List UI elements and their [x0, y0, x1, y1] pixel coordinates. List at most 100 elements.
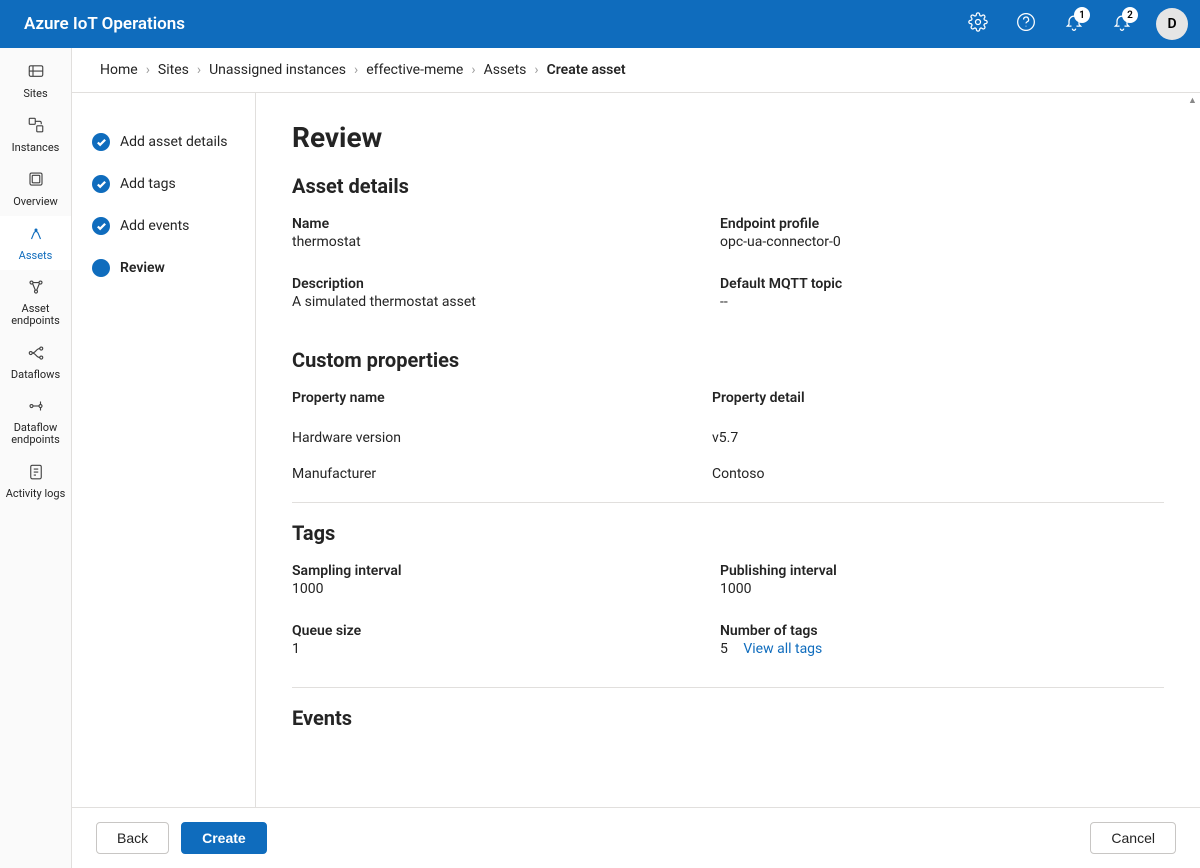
- field-label: Number of tags: [720, 623, 1164, 639]
- nav-asset-endpoints[interactable]: Asset endpoints: [0, 270, 71, 335]
- nav-label: Activity logs: [6, 488, 66, 500]
- field-publishing-interval: Publishing interval 1000: [720, 563, 1164, 597]
- step-add-tags[interactable]: Add tags: [72, 163, 255, 205]
- page-title: Review: [292, 121, 1164, 154]
- field-value-wrapper: 5 View all tags: [720, 641, 1164, 657]
- section-divider: [292, 687, 1164, 688]
- field-value: A simulated thermostat asset: [292, 294, 712, 310]
- nav-instances[interactable]: Instances: [0, 108, 71, 162]
- col-property-name: Property name: [292, 390, 712, 406]
- crumb-instance[interactable]: effective-meme: [366, 62, 463, 78]
- field-label: Sampling interval: [292, 563, 712, 579]
- field-value: thermostat: [292, 234, 712, 250]
- nav-sites[interactable]: Sites: [0, 54, 71, 108]
- back-button[interactable]: Back: [96, 822, 169, 854]
- nav-label: Dataflow endpoints: [2, 422, 69, 446]
- header-actions: 1 2 D: [956, 2, 1188, 46]
- crumb-assets[interactable]: Assets: [484, 62, 527, 78]
- help-button[interactable]: [1004, 2, 1048, 46]
- left-nav: Sites Instances Overview Assets Asset en…: [0, 48, 72, 868]
- wizard-footer: Back Create Cancel: [72, 807, 1200, 868]
- cell-detail: v5.7: [712, 430, 1164, 446]
- brand-title: Azure IoT Operations: [24, 14, 185, 34]
- nav-activity-logs[interactable]: Activity logs: [0, 455, 71, 509]
- step-add-events[interactable]: Add events: [72, 205, 255, 247]
- table-header: Property name Property detail: [292, 390, 1164, 420]
- field-label: Description: [292, 276, 712, 292]
- app-shell: Sites Instances Overview Assets Asset en…: [0, 48, 1200, 868]
- nav-label: Overview: [13, 196, 58, 208]
- col-property-detail: Property detail: [712, 390, 1164, 406]
- field-mqtt-topic: Default MQTT topic --: [720, 276, 1164, 310]
- dataflow-endpoints-icon: [27, 397, 45, 418]
- chevron-right-icon: ›: [197, 62, 201, 78]
- cell-detail: Contoso: [712, 466, 1164, 482]
- chevron-right-icon: ›: [534, 62, 538, 78]
- notifications-button[interactable]: 2: [1100, 2, 1144, 46]
- field-value: opc-ua-connector-0: [720, 234, 1164, 250]
- help-icon: [1016, 12, 1036, 36]
- tags-grid: Sampling interval 1000 Publishing interv…: [292, 563, 1164, 677]
- table-row: Hardware version v5.7: [292, 420, 1164, 456]
- field-value: 1: [292, 641, 712, 657]
- activity-logs-icon: [27, 463, 45, 484]
- check-icon: [92, 133, 110, 151]
- field-label: Name: [292, 216, 712, 232]
- check-icon: [92, 217, 110, 235]
- overview-icon: [27, 170, 45, 191]
- chevron-right-icon: ›: [471, 62, 475, 78]
- field-label: Publishing interval: [720, 563, 1164, 579]
- top-header: Azure IoT Operations 1 2 D: [0, 0, 1200, 48]
- field-label: Default MQTT topic: [720, 276, 1164, 292]
- right-pane: Home › Sites › Unassigned instances › ef…: [72, 48, 1200, 868]
- current-step-icon: [92, 259, 110, 277]
- view-all-tags-link[interactable]: View all tags: [743, 641, 822, 657]
- field-value: 5: [720, 641, 728, 657]
- nav-label: Asset endpoints: [2, 303, 69, 327]
- asset-details-grid: Name thermostat Endpoint profile opc-ua-…: [292, 216, 1164, 330]
- settings-button[interactable]: [956, 2, 1000, 46]
- section-divider: [292, 502, 1164, 503]
- nav-dataflows[interactable]: Dataflows: [0, 335, 71, 389]
- check-icon: [92, 175, 110, 193]
- gear-icon: [968, 12, 988, 36]
- step-label: Review: [120, 260, 165, 276]
- field-label: Queue size: [292, 623, 712, 639]
- step-label: Add tags: [120, 176, 176, 192]
- notifications-badge: 2: [1122, 7, 1138, 23]
- cancel-button[interactable]: Cancel: [1090, 822, 1176, 854]
- field-value: --: [720, 294, 1164, 310]
- field-queue-size: Queue size 1: [292, 623, 712, 657]
- asset-details-heading: Asset details: [292, 174, 1164, 198]
- field-value: 1000: [292, 581, 712, 597]
- crumb-home[interactable]: Home: [100, 62, 138, 78]
- field-sampling-interval: Sampling interval 1000: [292, 563, 712, 597]
- cell-name: Hardware version: [292, 430, 712, 446]
- field-value: 1000: [720, 581, 1164, 597]
- events-heading: Events: [292, 706, 1164, 730]
- alerts-badge: 1: [1074, 7, 1090, 23]
- crumb-unassigned[interactable]: Unassigned instances: [209, 62, 346, 78]
- custom-properties-table: Property name Property detail Hardware v…: [292, 390, 1164, 492]
- step-label: Add events: [120, 218, 189, 234]
- main-content[interactable]: ▲ Review Asset details Name thermostat E…: [256, 93, 1200, 807]
- nav-label: Dataflows: [11, 369, 60, 381]
- chevron-right-icon: ›: [354, 62, 358, 78]
- step-review[interactable]: Review: [72, 247, 255, 289]
- wizard-steps: Add asset details Add tags Add events Re…: [72, 93, 256, 807]
- alerts-button[interactable]: 1: [1052, 2, 1096, 46]
- cell-name: Manufacturer: [292, 466, 712, 482]
- table-row: Manufacturer Contoso: [292, 456, 1164, 492]
- nav-assets[interactable]: Assets: [0, 216, 71, 270]
- sites-icon: [27, 62, 45, 83]
- custom-properties-heading: Custom properties: [292, 348, 1164, 372]
- field-label: Endpoint profile: [720, 216, 1164, 232]
- avatar[interactable]: D: [1156, 8, 1188, 40]
- step-add-asset-details[interactable]: Add asset details: [72, 121, 255, 163]
- create-button[interactable]: Create: [181, 822, 267, 854]
- assets-icon: [27, 224, 45, 245]
- crumb-sites[interactable]: Sites: [158, 62, 189, 78]
- nav-dataflow-endpoints[interactable]: Dataflow endpoints: [0, 389, 71, 454]
- nav-overview[interactable]: Overview: [0, 162, 71, 216]
- field-number-of-tags: Number of tags 5 View all tags: [720, 623, 1164, 657]
